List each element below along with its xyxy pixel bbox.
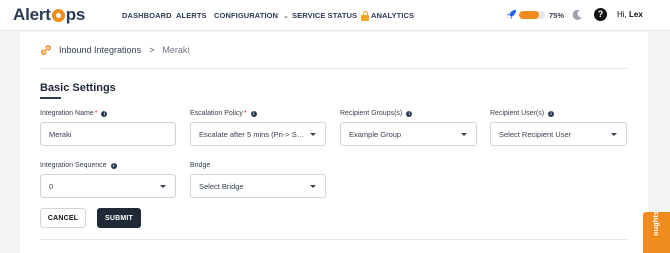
bridge-label-text: Bridge [190, 162, 211, 169]
dropdown-arrow-icon [310, 132, 316, 136]
logo-text-prefix: Alert [13, 5, 51, 24]
usage-progress-label: 75% [549, 11, 565, 20]
nav-configuration[interactable]: CONFIGURATION ⌄ [214, 11, 289, 20]
nav-service-status[interactable]: SERVICE STATUS [292, 11, 370, 21]
integration-name-input[interactable] [49, 129, 175, 139]
bridge-placeholder: Select Bridge [199, 181, 244, 191]
integration-sequence-label-text: Integration Sequence [40, 162, 107, 169]
submit-button[interactable]: SUBMIT [97, 208, 141, 228]
recipient-groups-select[interactable]: Example Group [340, 122, 477, 146]
nav-configuration-label: CONFIGURATION [214, 11, 279, 20]
logo-o-mark [51, 8, 65, 22]
escalation-policy-label: Escalation Policy * i [190, 110, 257, 117]
recipient-groups-label-text: Recipient Groups(s) [340, 110, 403, 117]
cancel-button[interactable]: CANCEL [40, 208, 86, 228]
top-navigation-bar: Alert ps DASHBOARD ALERTS CONFIGURATION ⌄ … [0, 0, 670, 31]
info-icon[interactable]: i [101, 110, 108, 117]
recipient-users-label-text: Recipient User(s) [490, 110, 545, 117]
nav-dashboard[interactable]: DASHBOARD [122, 11, 172, 20]
breadcrumb: Inbound Integrations > Meraki [40, 44, 189, 56]
nav-dashboard-label: DASHBOARD [122, 11, 172, 20]
nav-service-status-label: SERVICE STATUS [292, 11, 358, 20]
required-marker: * [94, 110, 98, 117]
info-icon[interactable]: i [250, 110, 257, 117]
section-title-underline [40, 97, 61, 99]
recipient-groups-value: Example Group [349, 129, 402, 139]
required-marker: * [243, 110, 247, 117]
usage-progress-fill [519, 11, 539, 19]
integration-sequence-value: 0 [49, 181, 54, 191]
info-icon[interactable]: i [110, 162, 117, 169]
form-bottom-divider [40, 239, 628, 240]
breadcrumb-divider [40, 68, 628, 69]
bridge-select[interactable]: Select Bridge [190, 174, 326, 198]
help-icon[interactable]: ? [594, 8, 607, 21]
info-icon[interactable]: i [406, 110, 413, 117]
recipient-users-select[interactable]: Select Recipient User [490, 122, 627, 146]
recipient-users-placeholder: Select Recipient User [499, 129, 572, 139]
alertops-logo[interactable]: Alert ps [13, 5, 86, 24]
greeting-prefix: Hi, [617, 10, 627, 19]
moon-icon[interactable] [571, 9, 583, 21]
nav-analytics-label: ANALYTICS [371, 11, 415, 20]
integration-sequence-label: Integration Sequence i [40, 162, 117, 169]
integration-sequence-select[interactable]: 0 [40, 174, 176, 198]
section-title: Basic Settings [40, 82, 116, 94]
dropdown-arrow-icon [310, 184, 316, 188]
escalation-policy-label-text: Escalation Policy [190, 110, 243, 117]
breadcrumb-separator: > [149, 45, 155, 55]
rocket-icon[interactable] [506, 9, 517, 20]
logo-text-suffix: ps [65, 5, 86, 24]
user-name: Lex [629, 10, 643, 19]
link-icon [41, 45, 51, 55]
breadcrumb-current: Meraki [162, 45, 190, 55]
nav-analytics[interactable]: ANALYTICS [371, 11, 414, 20]
breadcrumb-parent-link[interactable]: Inbound Integrations [59, 45, 141, 55]
feedback-side-tab-label: oughts [651, 212, 660, 236]
usage-progress-bar [519, 11, 545, 19]
integration-name-label-text: Integration Name [40, 110, 94, 117]
info-icon[interactable]: i [548, 110, 555, 117]
nav-alerts[interactable]: ALERTS [176, 11, 207, 20]
escalation-policy-select[interactable]: Escalate after 5 mins (Pri-> Sec... [190, 122, 326, 146]
chevron-down-icon: ⌄ [283, 12, 289, 20]
integration-name-label: Integration Name * i [40, 110, 108, 117]
recipient-groups-label: Recipient Groups(s) i [340, 110, 413, 117]
lock-icon [361, 11, 370, 21]
integration-name-field[interactable] [40, 122, 176, 146]
user-greeting[interactable]: Hi, Lex [617, 10, 643, 19]
nav-alerts-label: ALERTS [176, 11, 207, 20]
dropdown-arrow-icon [611, 132, 617, 136]
recipient-users-label: Recipient User(s) i [490, 110, 555, 117]
feedback-side-tab[interactable]: oughts [643, 212, 670, 253]
dropdown-arrow-icon [160, 184, 166, 188]
dropdown-arrow-icon [461, 132, 467, 136]
bridge-label: Bridge [190, 162, 210, 169]
escalation-policy-value: Escalate after 5 mins (Pri-> Sec... [199, 129, 310, 139]
